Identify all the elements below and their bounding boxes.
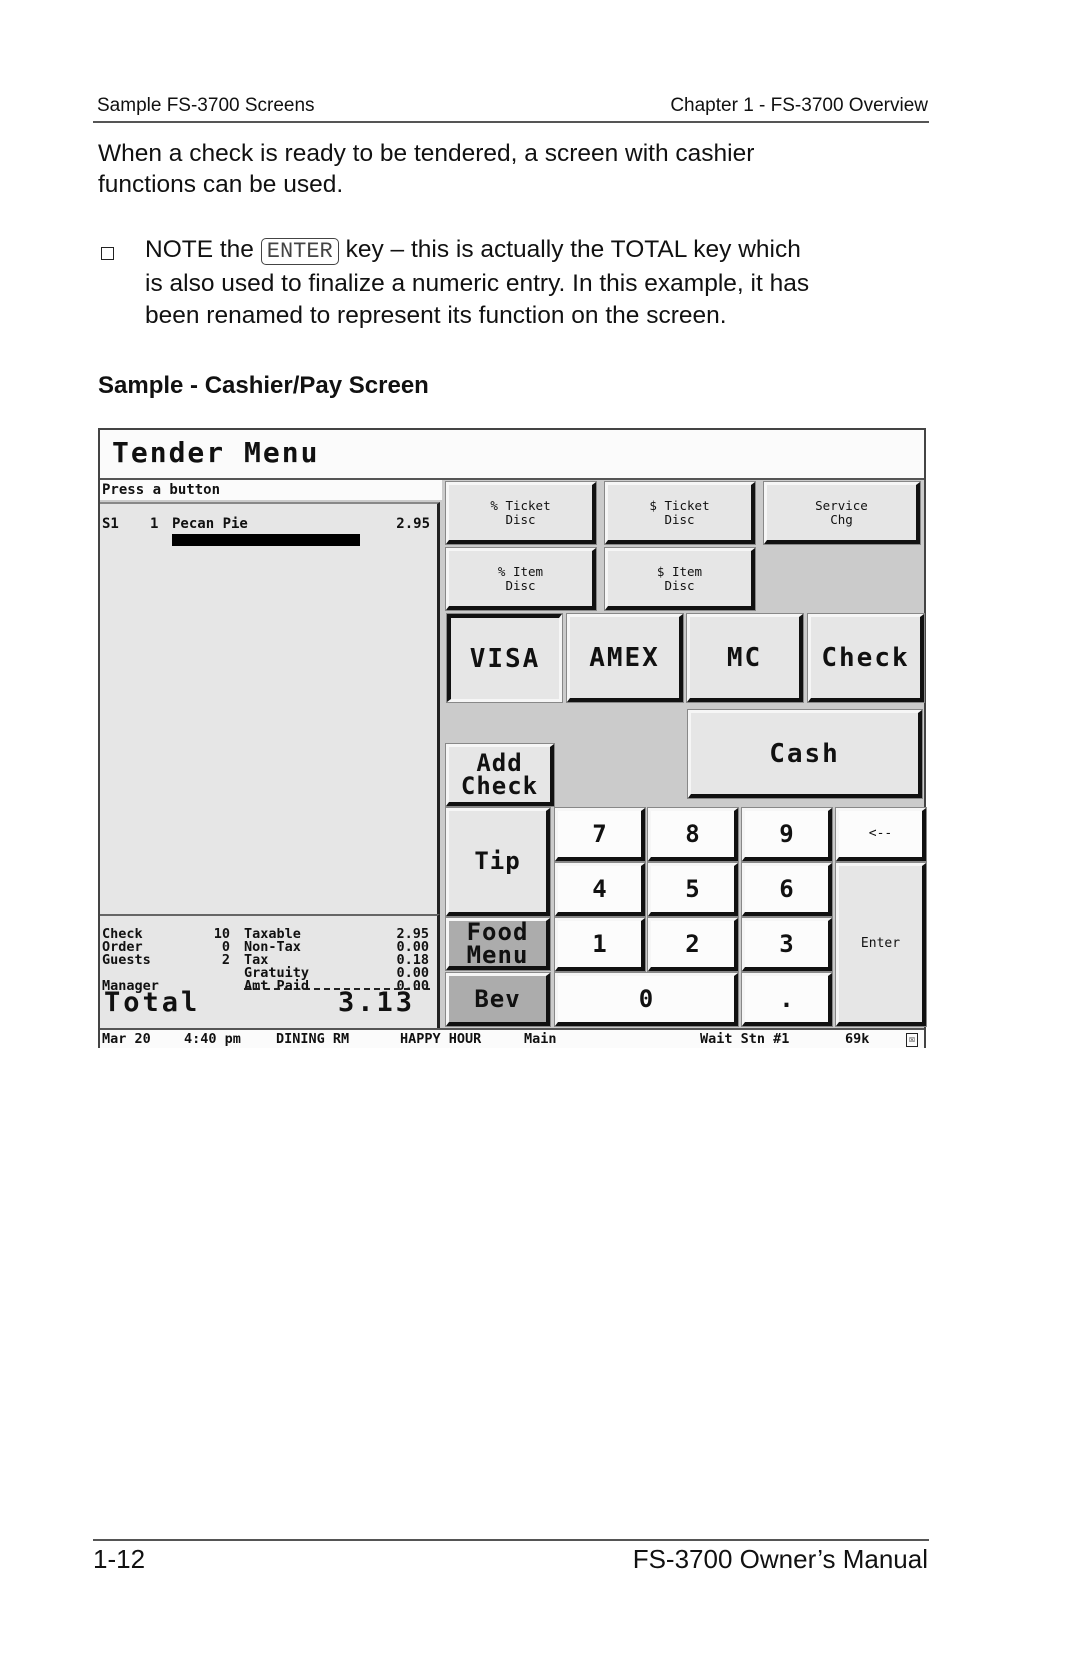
selection-cursor <box>172 534 360 546</box>
note-prefix: NOTE the <box>145 236 254 263</box>
service-charge-button[interactable]: Service Chg <box>763 481 921 545</box>
pct-item-disc-button[interactable]: % Item Disc <box>445 547 597 611</box>
keypad-3[interactable]: 3 <box>741 917 833 972</box>
page-header-right: Chapter 1 - FS-3700 Overview <box>670 95 928 116</box>
keypad-0[interactable]: 0 <box>554 972 739 1027</box>
status-period: HAPPY HOUR <box>400 1031 482 1047</box>
screen-title-bar: Tender Menu <box>100 430 924 480</box>
item-qty: 1 <box>150 516 159 532</box>
intro-line: When a check is ready to be tendered, a … <box>98 140 755 167</box>
check-item-list[interactable]: S1 1 Pecan Pie 2.95 <box>100 502 440 914</box>
screen-title: Tender Menu <box>112 436 320 469</box>
enter-button[interactable]: Enter <box>835 862 927 1027</box>
item-price: 2.95 <box>396 516 430 532</box>
mc-button[interactable]: MC <box>686 613 804 703</box>
intro-line: functions can be used. <box>98 171 344 198</box>
total-label: Total <box>104 987 201 1018</box>
status-bar: Mar 20 4:40 pm DINING RM HAPPY HOUR Main… <box>100 1028 924 1048</box>
keypad-4[interactable]: 4 <box>554 862 646 917</box>
dollar-item-disc-button[interactable]: $ Item Disc <box>604 547 756 611</box>
item-seat: S1 <box>102 516 119 532</box>
note-text: key – this is actually the TOTAL key whi… <box>345 236 801 263</box>
food-menu-button[interactable]: Food Menu <box>445 917 551 971</box>
backspace-button[interactable]: <-- <box>835 807 927 862</box>
note-text: been renamed to represent its function o… <box>145 302 727 329</box>
status-memory: 69k <box>845 1031 870 1047</box>
keypad-5[interactable]: 5 <box>647 862 739 917</box>
manual-title: FS-3700 Owner’s Manual <box>632 1544 928 1574</box>
summary-label: Guests <box>102 952 151 968</box>
status-area: DINING RM <box>276 1031 350 1047</box>
pos-screen: Tender Menu Press a button S1 1 Pecan Pi… <box>98 428 927 1048</box>
keypad-8[interactable]: 8 <box>647 807 739 862</box>
summary-value: 2 <box>221 952 230 968</box>
status-date: Mar 20 <box>102 1031 151 1047</box>
page-number: 1-12 <box>93 1544 146 1574</box>
section-title: Sample - Cashier/Pay Screen <box>98 372 429 399</box>
summary-label: Amt Paid <box>244 978 310 994</box>
keypad-decimal[interactable]: . <box>741 972 833 1027</box>
keypad-9[interactable]: 9 <box>741 807 833 862</box>
dollar-ticket-disc-button[interactable]: $ Ticket Disc <box>604 481 756 545</box>
close-icon[interactable]: ☒ <box>906 1033 918 1047</box>
header-rule <box>93 121 929 123</box>
bullet-checkbox-icon <box>101 247 114 260</box>
keypad-6[interactable]: 6 <box>741 862 833 917</box>
note-paragraph: NOTE the ENTER key – this is actually th… <box>145 234 935 332</box>
tip-button[interactable]: Tip <box>445 807 551 917</box>
check-tender-button[interactable]: Check <box>807 613 925 703</box>
page-header-left: Sample FS-3700 Screens <box>97 95 315 116</box>
list-item[interactable]: S1 1 Pecan Pie 2.95 <box>102 516 432 532</box>
status-menu: Main <box>524 1031 557 1047</box>
status-time: 4:40 pm <box>184 1031 241 1047</box>
pct-ticket-disc-button[interactable]: % Ticket Disc <box>445 481 597 545</box>
footer-rule <box>93 1539 929 1541</box>
keypad-7[interactable]: 7 <box>554 807 646 862</box>
prompt-text: Press a button <box>100 480 442 500</box>
intro-paragraph: When a check is ready to be tendered, a … <box>98 138 754 200</box>
check-summary: Check 10 Order 0 Guests 2 Manager Taxabl… <box>100 914 440 1028</box>
item-name: Pecan Pie <box>172 516 248 532</box>
status-station: Wait Stn #1 <box>700 1031 790 1047</box>
enter-key-label: ENTER <box>260 238 339 265</box>
keypad-1[interactable]: 1 <box>554 917 646 972</box>
amex-button[interactable]: AMEX <box>566 613 684 703</box>
note-text: is also used to finalize a numeric entry… <box>145 270 810 297</box>
total-value: 3.13 <box>337 987 415 1018</box>
add-check-button[interactable]: Add Check <box>445 743 555 807</box>
keypad-2[interactable]: 2 <box>647 917 739 972</box>
cash-button[interactable]: Cash <box>687 709 923 799</box>
visa-button[interactable]: VISA <box>446 613 563 703</box>
bev-button[interactable]: Bev <box>445 972 551 1027</box>
